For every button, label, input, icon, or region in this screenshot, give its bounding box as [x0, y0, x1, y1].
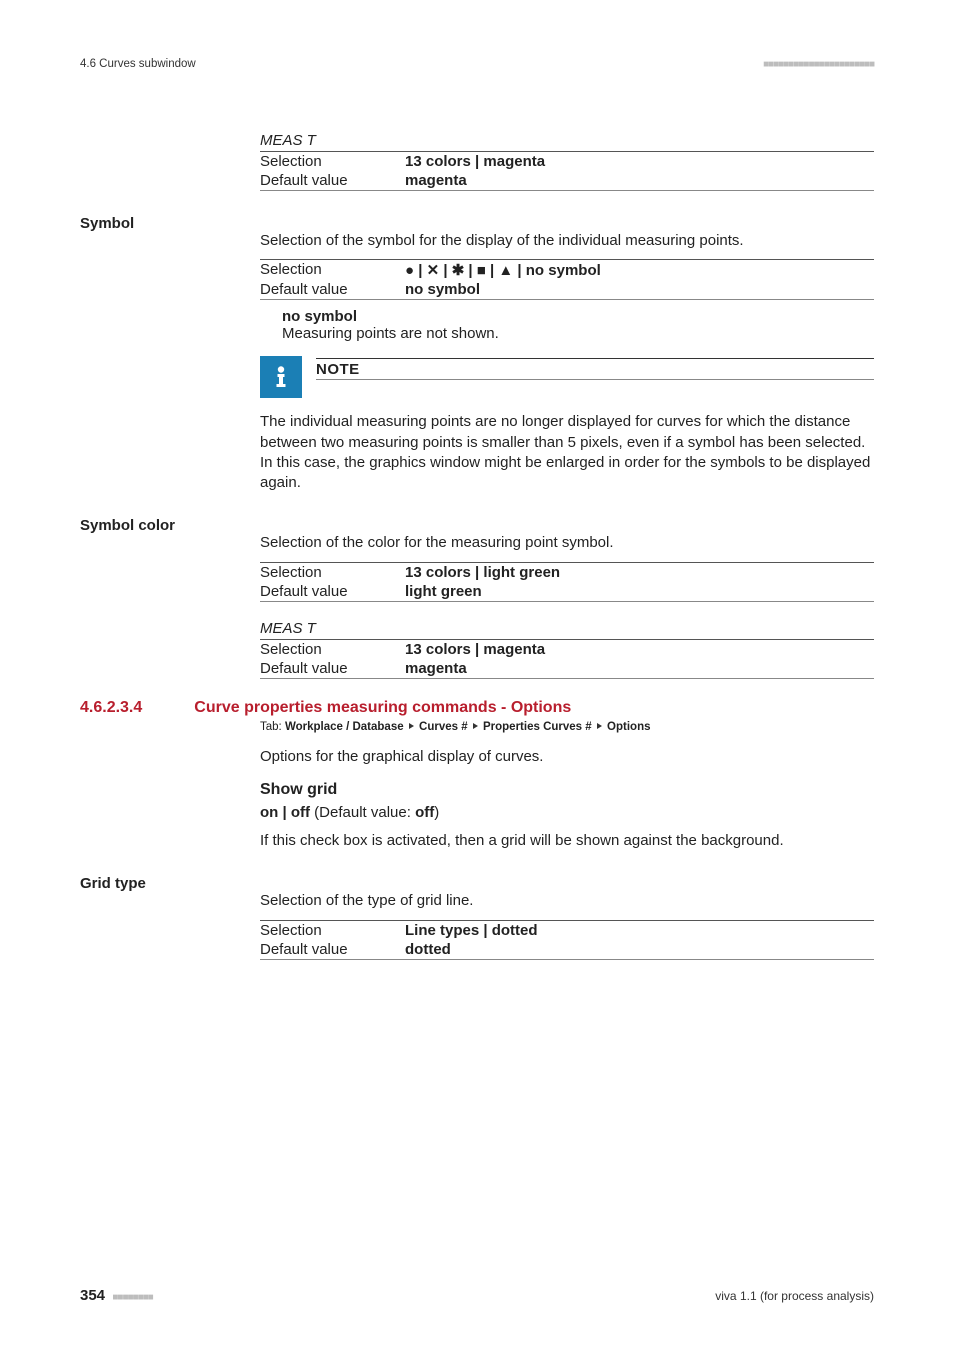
symbol-desc: Selection of the symbol for the display … [260, 231, 874, 251]
onoff-default-val: off [415, 804, 434, 821]
onoff-default-pre: (Default value: [310, 804, 415, 821]
symbol-color-default-value: light green [405, 583, 874, 600]
symbol-color-meast-default-label: Default value [260, 660, 405, 677]
grid-type-label: Grid type [80, 875, 146, 892]
grid-type-desc: Selection of the type of grid line. [260, 891, 874, 911]
symbol-nosymbol-title: no symbol [282, 308, 874, 325]
info-icon [260, 356, 302, 398]
section-desc: Options for the graphical display of cur… [260, 747, 874, 767]
grid-type-default-label: Default value [260, 941, 405, 958]
tri-icon [597, 723, 602, 729]
page-number: 354 [80, 1287, 105, 1304]
symbol-color-default-label: Default value [260, 583, 405, 600]
symbol-label: Symbol [80, 215, 134, 232]
symbol-color-label: Symbol color [80, 517, 175, 534]
line-color-meast-default-label: Default value [260, 172, 405, 189]
footer-ticks: ■■■■■■■■ [112, 1292, 152, 1303]
footer-right: viva 1.1 (for process analysis) [715, 1289, 874, 1303]
grid-type-selection-value: Line types | dotted [405, 922, 874, 939]
onoff-options: on | off [260, 804, 310, 821]
show-grid-onoff: on | off (Default value: off) [260, 803, 874, 823]
symbol-default-value: no symbol [405, 281, 874, 298]
line-color-meast-default-value: magenta [405, 172, 874, 189]
symbol-color-meast-heading: MEAS T [260, 620, 874, 637]
tab-part-c: Properties Curves # [480, 721, 595, 733]
note-title: NOTE [316, 358, 874, 380]
symbol-color-selection-value: 13 colors | light green [405, 564, 874, 581]
tab-part-b: Curves # [416, 721, 471, 733]
footer-left: 354 ■■■■■■■■ [80, 1287, 153, 1304]
tri-icon [409, 723, 414, 729]
symbol-color-selection-label: Selection [260, 564, 405, 581]
symbol-color-meast-selection-label: Selection [260, 641, 405, 658]
section-title: Curve properties measuring commands - Op… [194, 699, 571, 717]
section-number: 4.6.2.3.4 [80, 699, 142, 717]
tab-part-d: Options [604, 721, 651, 733]
tri-icon [473, 723, 478, 729]
line-color-meast-selection-label: Selection [260, 153, 405, 170]
symbol-selection-label: Selection [260, 261, 405, 279]
onoff-default-post: ) [434, 804, 439, 821]
symbol-color-meast-default-value: magenta [405, 660, 874, 677]
symbol-nosymbol-body: Measuring points are not shown. [282, 325, 874, 342]
symbol-default-label: Default value [260, 281, 405, 298]
header-section: 4.6 Curves subwindow [80, 58, 196, 70]
note-body: The individual measuring points are no l… [260, 412, 874, 493]
header-ticks: ■■■■■■■■■■■■■■■■■■■■■■ [763, 59, 874, 70]
grid-type-default-value: dotted [405, 941, 874, 958]
tab-breadcrumb: Tab: Workplace / Database Curves # Prope… [260, 721, 874, 733]
show-grid-desc: If this check box is activated, then a g… [260, 831, 874, 851]
tab-prefix: Tab: [260, 721, 285, 733]
meast-heading: MEAS T [260, 132, 874, 149]
symbol-color-desc: Selection of the color for the measuring… [260, 533, 874, 553]
tab-part-a: Workplace / Database [285, 721, 407, 733]
symbol-color-meast-selection-value: 13 colors | magenta [405, 641, 874, 658]
symbol-selection-value: ● | ✕ | ✱ | ■ | ▲ | no symbol [405, 261, 874, 279]
line-color-meast-selection-value: 13 colors | magenta [405, 153, 874, 170]
grid-type-selection-label: Selection [260, 922, 405, 939]
show-grid-heading: Show grid [260, 781, 874, 799]
